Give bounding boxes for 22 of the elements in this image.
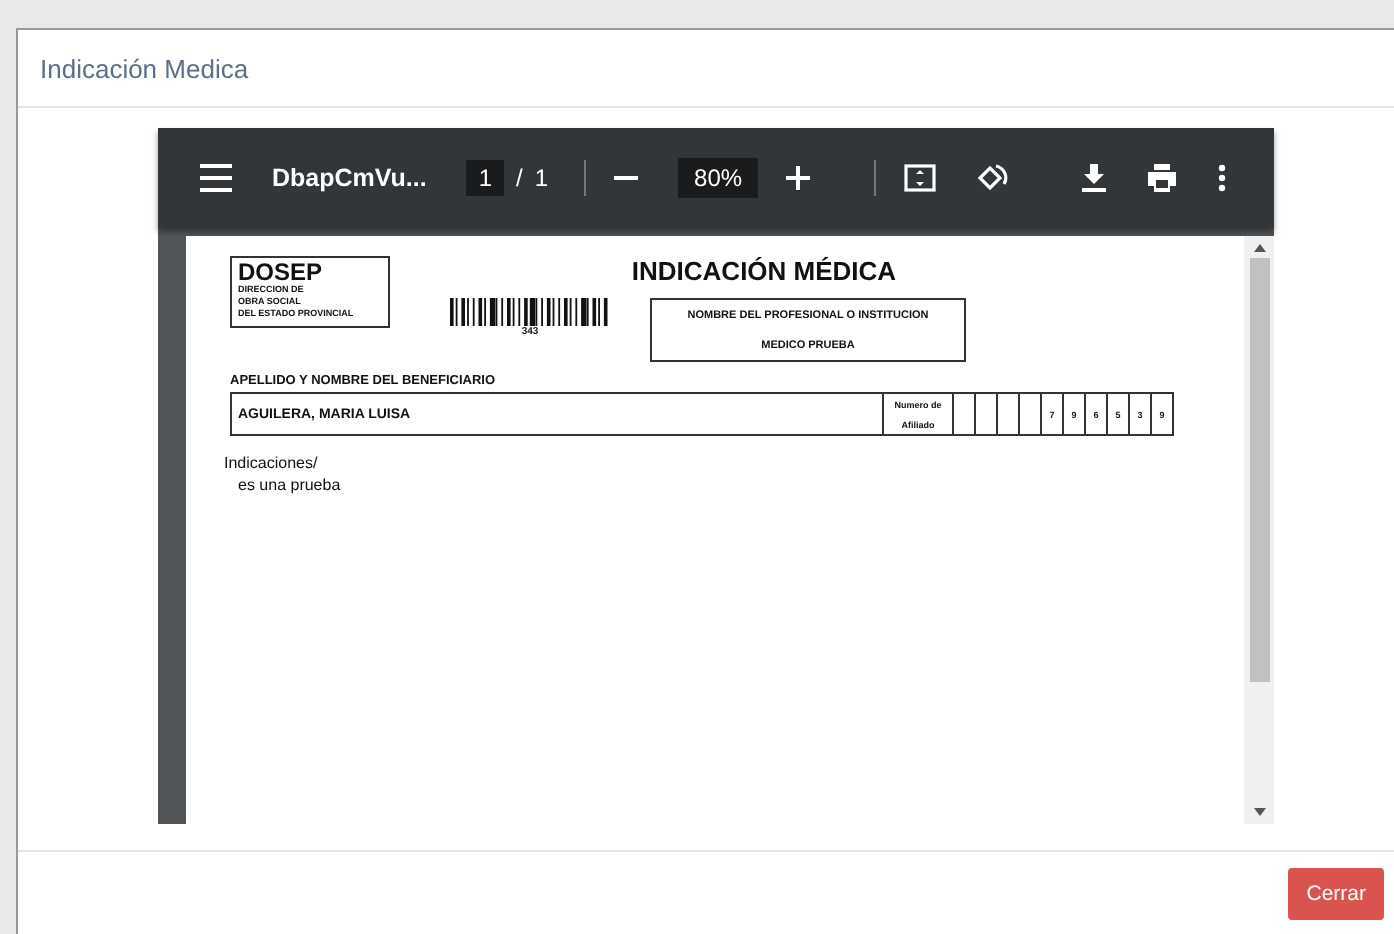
- scroll-up-icon[interactable]: [1253, 244, 1265, 252]
- menu-icon[interactable]: [200, 164, 232, 192]
- page-number-field[interactable]: 1: [466, 160, 505, 196]
- document-title: INDICACIÓN MÉDICA: [631, 256, 897, 286]
- print-icon[interactable]: [1146, 164, 1178, 192]
- close-button[interactable]: Cerrar: [1288, 868, 1384, 920]
- file-name: DbapCmVu...: [272, 164, 427, 192]
- scroll-down-icon[interactable]: [1253, 808, 1265, 816]
- rotate-icon[interactable]: [976, 162, 1009, 194]
- organization-name: DOSEP: [238, 260, 325, 284]
- page-total: 1: [534, 164, 549, 192]
- page-separator: /: [516, 164, 523, 192]
- download-icon[interactable]: [1082, 164, 1106, 192]
- scrollbar[interactable]: [1244, 236, 1274, 824]
- indications-label: Indicaciones/: [224, 454, 320, 472]
- barcode-icon: [450, 298, 610, 326]
- more-icon[interactable]: [1218, 164, 1226, 192]
- modal-title: Indicación Medica: [40, 53, 249, 83]
- fit-page-icon[interactable]: [904, 164, 937, 192]
- zoom-field[interactable]: 80%: [678, 158, 759, 198]
- zoom-in-icon[interactable]: [786, 166, 811, 190]
- indications-text: es una prueba: [238, 476, 343, 494]
